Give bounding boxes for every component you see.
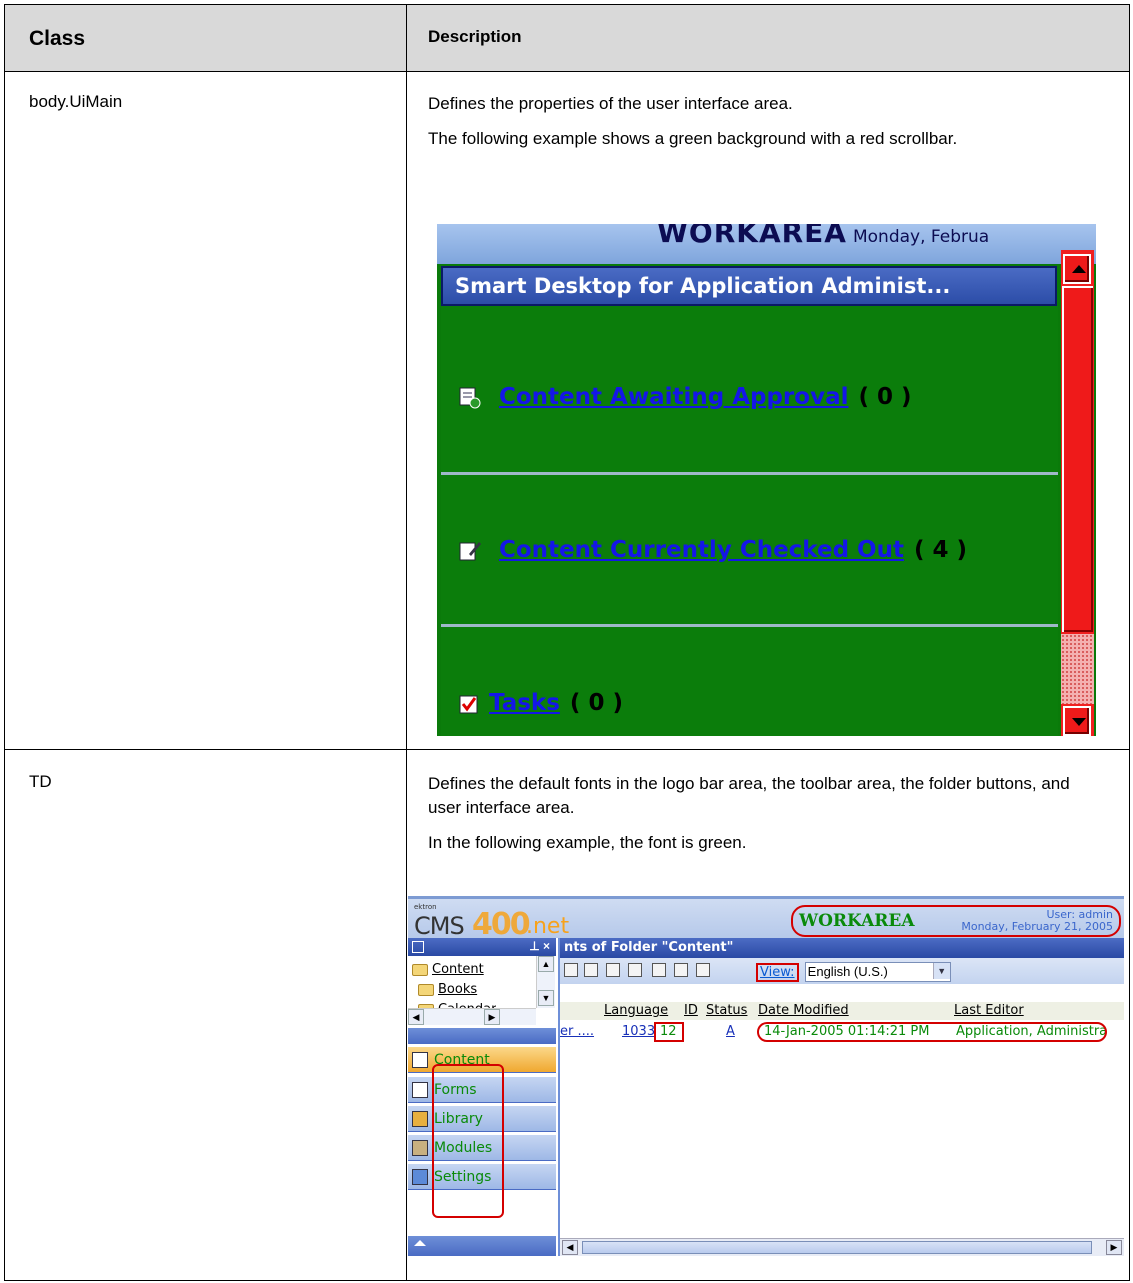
workarea-bar: WORKAREA Monday, Februa [437,224,1096,264]
row-separator [441,624,1058,627]
scrollbar-track[interactable] [1061,634,1094,704]
smart-desktop-item[interactable]: Tasks ( 0 ) [459,690,623,716]
row-separator [441,472,1058,475]
content-horizontal-scrollbar[interactable]: ◀ ▶ [560,1238,1124,1256]
scroll-down-button[interactable] [1063,706,1091,736]
row1-description-2: The following example shows a green back… [428,129,958,148]
green-background [441,306,1058,736]
smart-desktop-item[interactable]: Content Currently Checked Out ( 4 ) [459,537,967,563]
language-value[interactable]: 1033 [622,1024,655,1039]
library-icon [412,1111,428,1127]
header-class: Class [29,27,86,50]
item-count: ( 4 ) [913,537,968,563]
scroll-left-icon[interactable]: ◀ [562,1240,578,1255]
settings-icon [412,1169,428,1185]
red-scrollbar[interactable] [1061,250,1094,736]
row1-class: body.UiMain [29,92,123,111]
header-description: Description [428,27,522,46]
content-pane-header: nts of Folder "Content" [560,938,1124,958]
row2-class: TD [29,772,52,791]
content-icon [412,1052,428,1068]
workarea-date: Monday, Februa [852,227,990,247]
table-header: Language ID Status Date Modified Last Ed… [560,1002,1124,1020]
item-count: ( 0 ) [858,384,912,410]
add-folder-icon[interactable] [584,963,598,977]
pane-splitter[interactable] [408,1028,556,1044]
column-last-editor[interactable]: Last Editor [954,1003,1024,1018]
smart-desktop-title: Smart Desktop for Application Administ..… [455,274,951,298]
workarea-title: WORKAREA [799,911,915,931]
folder-buttons-footer[interactable] [408,1236,556,1256]
table-row[interactable]: er .... 1033 12 A 14-Jan-2005 01:14:21 P… [560,1022,1124,1042]
pane-menu-icon[interactable] [412,941,424,953]
scroll-up-icon[interactable]: ▲ [538,956,554,972]
scrollbar-thumb[interactable] [582,1241,1092,1254]
tree-vertical-scrollbar[interactable]: ▲ ▼ [536,956,555,1008]
scrollbar-thumb[interactable] [1062,286,1093,632]
column-language[interactable]: Language [604,1003,668,1018]
copy-icon[interactable] [606,963,620,977]
add-content-icon[interactable] [564,963,578,977]
workarea-title: WORKAREA [657,224,847,249]
content-pane-title: nts of Folder "Content" [564,940,734,955]
language-select[interactable]: English (U.S.) ▼ [804,962,951,982]
status-value[interactable]: A [726,1024,735,1039]
forms-icon [412,1082,428,1098]
smart-desktop-header: Smart Desktop for Application Administ..… [441,266,1057,306]
tree-horizontal-scrollbar[interactable]: ◀ ▶ [408,1008,536,1025]
scroll-left-icon[interactable]: ◀ [408,1009,424,1025]
workarea-highlight: WORKAREA User: admin Monday, February 21… [791,905,1121,937]
date-highlight [757,1022,1107,1042]
tree-item-books[interactable]: Books [418,982,477,997]
smart-desktop-item[interactable]: Content Awaiting Approval ( 0 ) [459,384,912,410]
checkout-icon [459,541,481,560]
folder-icon [412,963,428,976]
content-checked-out-link[interactable]: Content Currently Checked Out [499,537,904,563]
folder-buttons-highlight [432,1064,504,1218]
toolbar: View: English (U.S.) ▼ [560,958,1124,984]
scroll-down-icon[interactable]: ▼ [538,990,554,1006]
td-example-screenshot: ektron CMS 400 .net WORKAREA User: admin… [408,896,1124,1256]
modules-icon [412,1140,428,1156]
folder-icon [418,983,434,996]
search-icon[interactable] [652,963,666,977]
scroll-up-button[interactable] [1063,254,1091,284]
id-highlight [654,1022,684,1042]
content-awaiting-approval-link[interactable]: Content Awaiting Approval [499,384,848,410]
row-divider [5,749,1129,750]
approval-icon [459,387,481,408]
pin-close-icon[interactable]: ⊥ × [529,939,550,953]
row2-description-1: Defines the default fonts in the logo ba… [428,774,1070,817]
move-icon[interactable] [628,963,642,977]
archive-icon[interactable] [674,963,688,977]
column-status[interactable]: Status [706,1003,747,1018]
properties-icon[interactable] [696,963,710,977]
chevron-down-icon: ▼ [932,963,950,979]
item-count: ( 0 ) [569,690,623,716]
column-date-modified[interactable]: Date Modified [758,1003,849,1018]
tree-item-content[interactable]: Content [412,962,484,977]
date-label: Monday, February 21, 2005 [961,920,1113,933]
content-pane: nts of Folder "Content" View: English (U… [558,938,1124,1256]
logo-bar: ektron CMS 400 .net WORKAREA User: admin… [408,896,1124,942]
scroll-right-icon[interactable]: ▶ [484,1009,500,1025]
content-title-link[interactable]: er .... [560,1024,594,1039]
uimain-example-screenshot: WORKAREA Monday, Februa Smart Desktop for… [437,224,1096,736]
table-header: Class Description [5,5,1129,72]
left-pane-header: ⊥ × [408,938,556,956]
column-divider [406,5,407,1280]
scroll-right-icon[interactable]: ▶ [1106,1240,1122,1255]
column-id[interactable]: ID [684,1003,698,1018]
row1-description-1: Defines the properties of the user inter… [428,94,793,113]
tasks-link[interactable]: Tasks [489,690,560,716]
view-link[interactable]: View: [756,962,799,982]
row2-description-2: In the following example, the font is gr… [428,833,747,852]
expand-icon [414,1240,426,1246]
tasks-icon [459,695,478,713]
